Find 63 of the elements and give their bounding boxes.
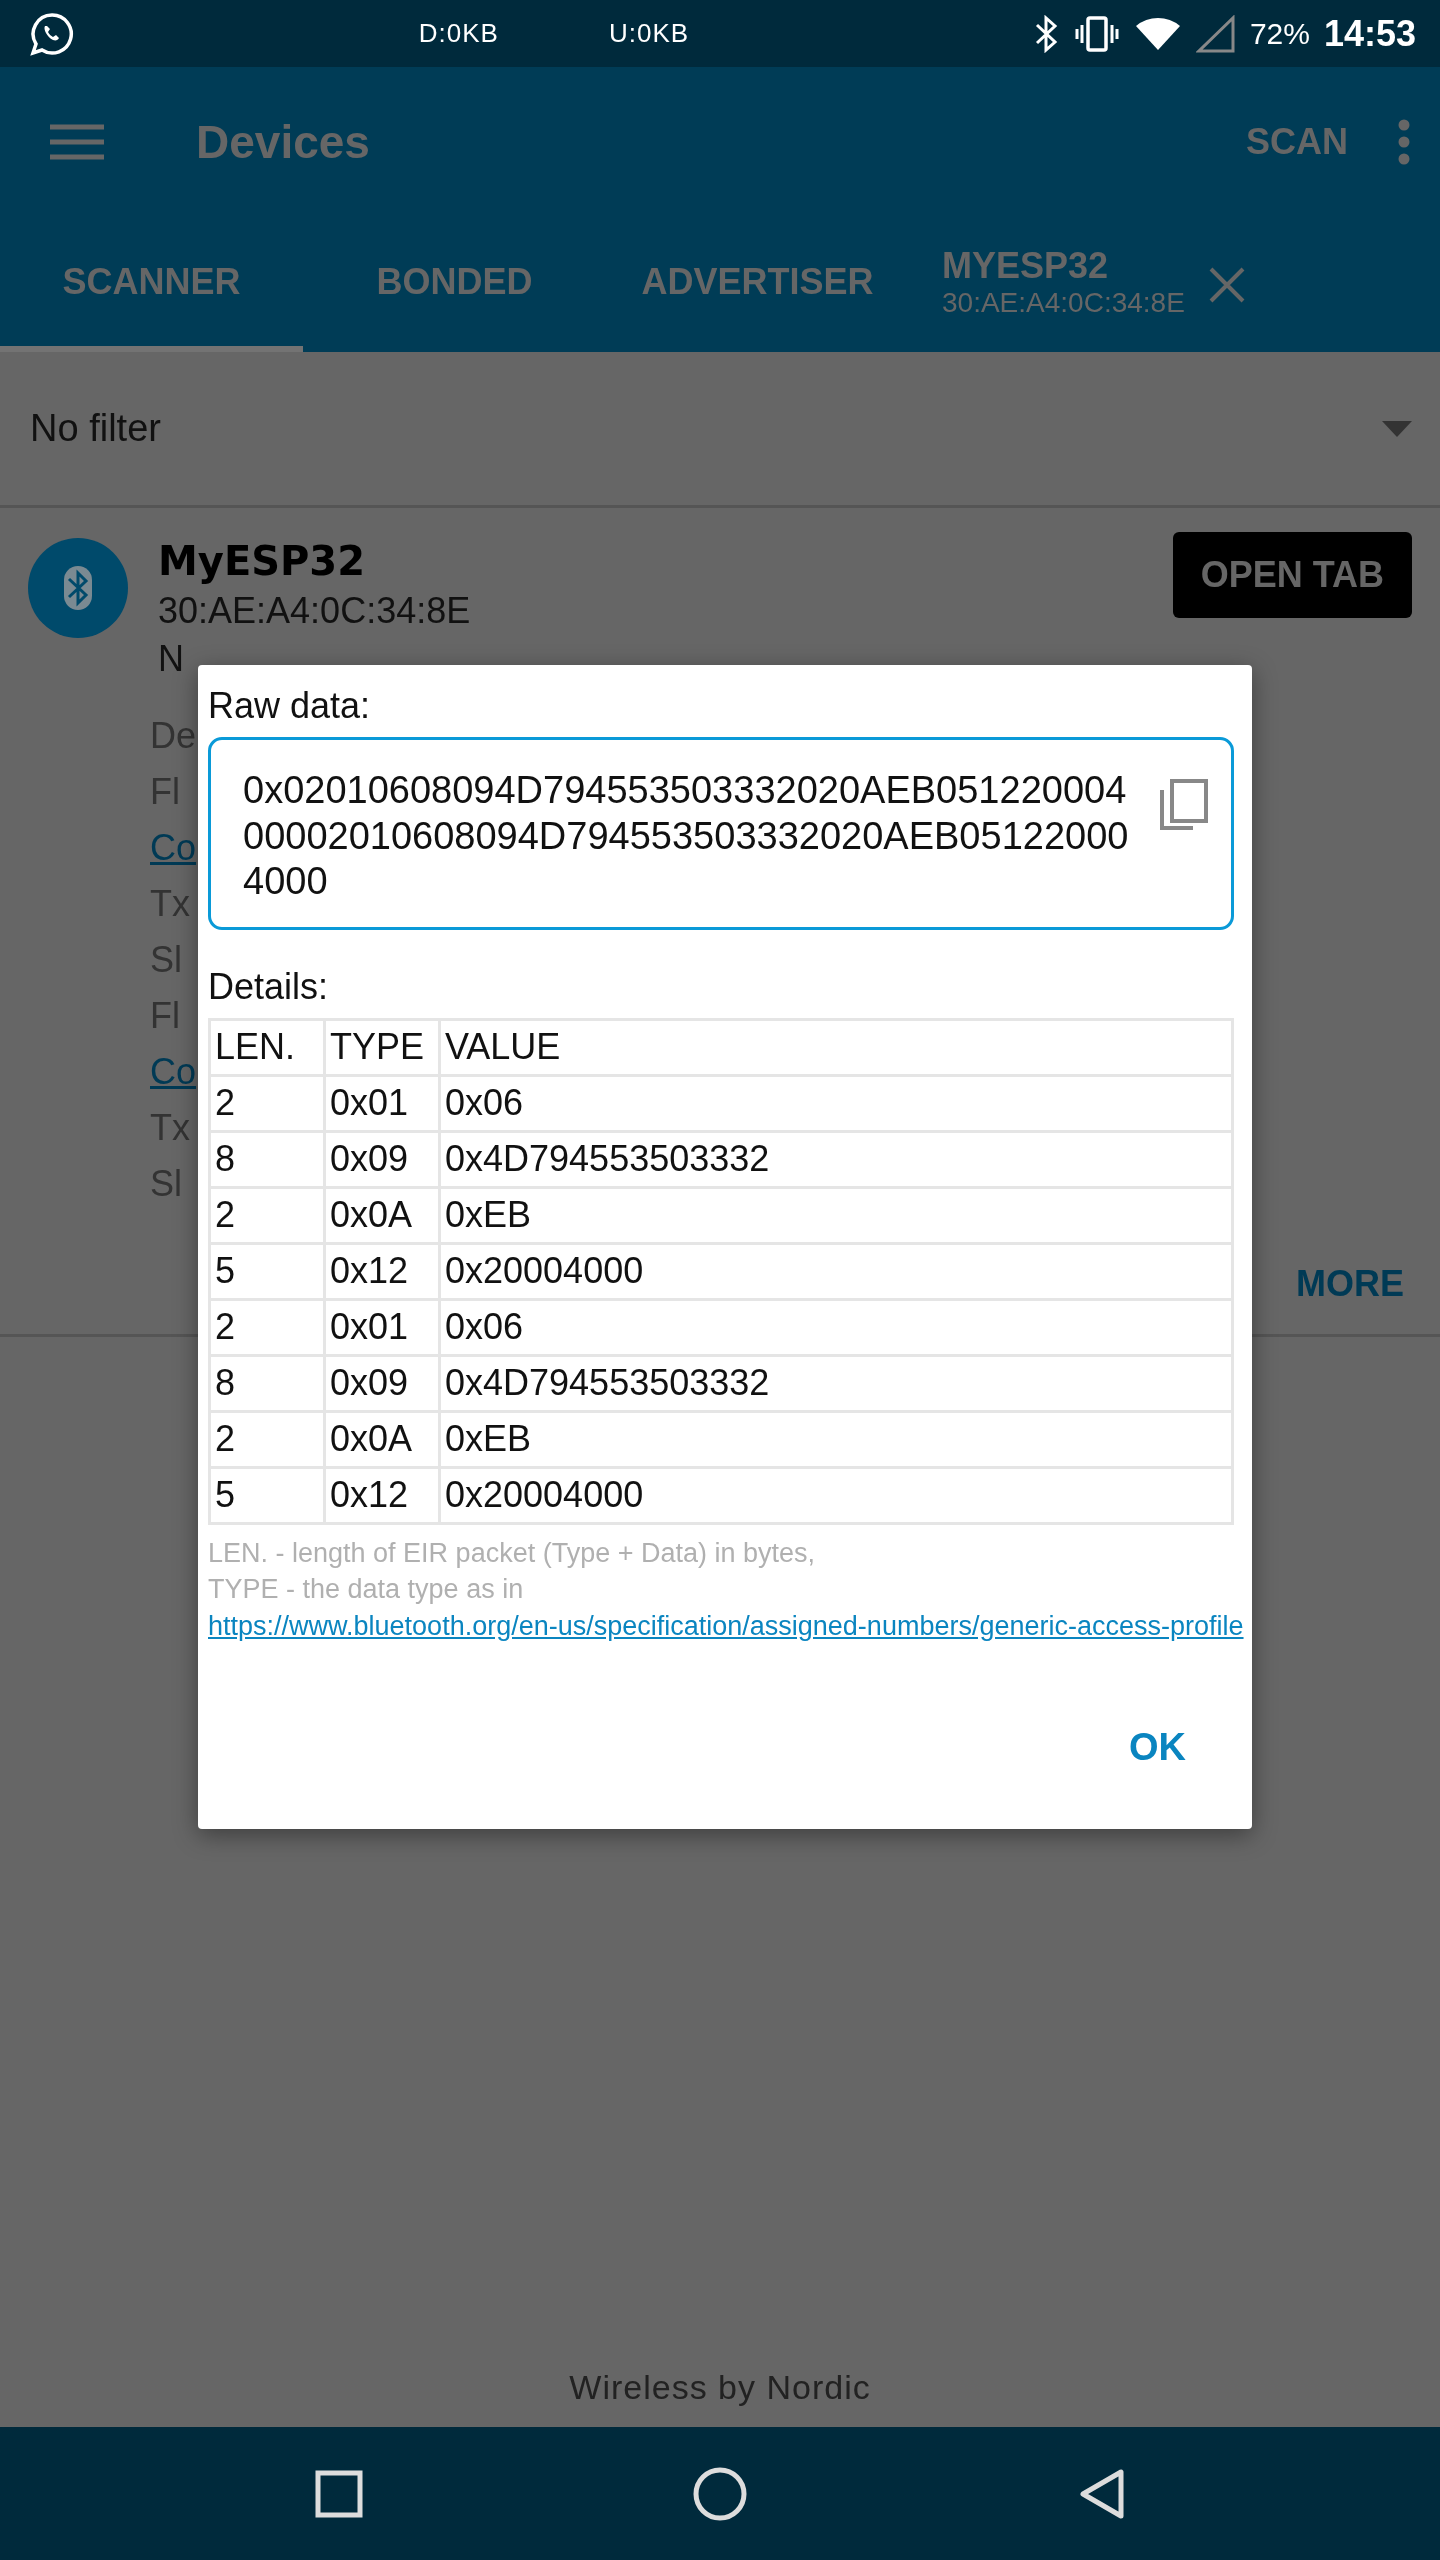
table-cell: 0x09 (324, 1355, 440, 1412)
column-header: VALUE (439, 1019, 1233, 1076)
square-icon[interactable] (315, 2469, 363, 2518)
detail-text: Co (150, 1050, 197, 1094)
device-address: 30:AE:A4:0C:34:8E (158, 590, 471, 632)
bluetooth-device-icon (28, 538, 128, 638)
wifi-icon (1133, 15, 1182, 52)
dropdown-arrow-icon (1382, 420, 1412, 437)
table-cell: 2 (209, 1299, 325, 1356)
table-cell: 0x06 (439, 1075, 1233, 1132)
table-cell: 0x0A (324, 1187, 440, 1244)
table-cell: 0x4D794553503332 (439, 1131, 1233, 1188)
table-cell: 0x06 (439, 1299, 1233, 1356)
menu-icon[interactable] (50, 124, 104, 160)
more-button[interactable]: MORE (1290, 1262, 1410, 1306)
details-label: Details: (208, 965, 330, 1008)
back-icon[interactable] (1077, 2467, 1125, 2520)
tab[interactable]: MYESP32 30:AE:A4:0C:34:8E (942, 244, 1185, 325)
detail-text: Co (150, 826, 197, 870)
table-cell: 2 (209, 1075, 325, 1132)
circle-icon[interactable] (693, 2466, 747, 2521)
vibrate-icon (1073, 14, 1120, 53)
table-cell: 2 (209, 1187, 325, 1244)
specification-link[interactable]: https://www.bluetooth.org/en-us/specification/assigned-numbers/generic-access-profile (208, 1610, 1244, 1641)
more-icon[interactable] (1398, 119, 1410, 165)
table-cell: 0x12 (324, 1467, 440, 1524)
ok-button[interactable]: OK (1119, 1716, 1196, 1780)
column-header: TYPE (324, 1019, 440, 1076)
table-cell: 0xEB (439, 1187, 1233, 1244)
tab[interactable]: SCANNER (0, 217, 303, 352)
filter-dropdown[interactable]: No filter (0, 352, 1440, 508)
footer-text: Wireless by Nordic (568, 2368, 872, 2408)
table-cell: 2 (209, 1411, 325, 1468)
bluetooth-icon (1033, 14, 1060, 53)
table-cell: 0x01 (324, 1299, 440, 1356)
raw-data-label: Raw data: (208, 685, 372, 727)
battery-percentage: 72% (1249, 16, 1310, 51)
table-cell: 5 (209, 1467, 325, 1524)
scan-button[interactable]: SCAN (1236, 111, 1358, 173)
table-cell: 0x09 (324, 1131, 440, 1188)
bond-state: N (158, 638, 185, 680)
table-cell: 0xEB (439, 1411, 1233, 1468)
table-cell: 5 (209, 1243, 325, 1300)
table-cell: 0x12 (324, 1243, 440, 1300)
device-name: MyESP32 (158, 538, 366, 584)
signal-icon (1195, 14, 1236, 53)
download-speed: D:0KB (418, 18, 499, 49)
table-cell: 0x20004000 (439, 1243, 1233, 1300)
upload-speed: U:0KB (608, 18, 690, 49)
chat-bubble-icon (30, 11, 74, 56)
tab[interactable]: BONDED (303, 217, 606, 352)
table-cell: 0x0A (324, 1411, 440, 1468)
table-cell: 8 (209, 1131, 325, 1188)
table-cell: 8 (209, 1355, 325, 1412)
screen-title: Devices (196, 115, 370, 169)
table-cell: 0x20004000 (439, 1467, 1233, 1524)
tab[interactable]: ADVERTISER (606, 217, 909, 352)
raw-data-field[interactable]: 0x02010608094D794553503332020AEB05122000400002010608094D794553503332020AEB051220004000 (208, 737, 1234, 930)
column-header: LEN. (209, 1019, 325, 1076)
clock: 14:53 (1323, 12, 1416, 55)
table-cell: 0x01 (324, 1075, 440, 1132)
open-tab-button[interactable]: OPEN TAB (1172, 532, 1412, 618)
table-cell: 0x4D794553503332 (439, 1355, 1233, 1412)
